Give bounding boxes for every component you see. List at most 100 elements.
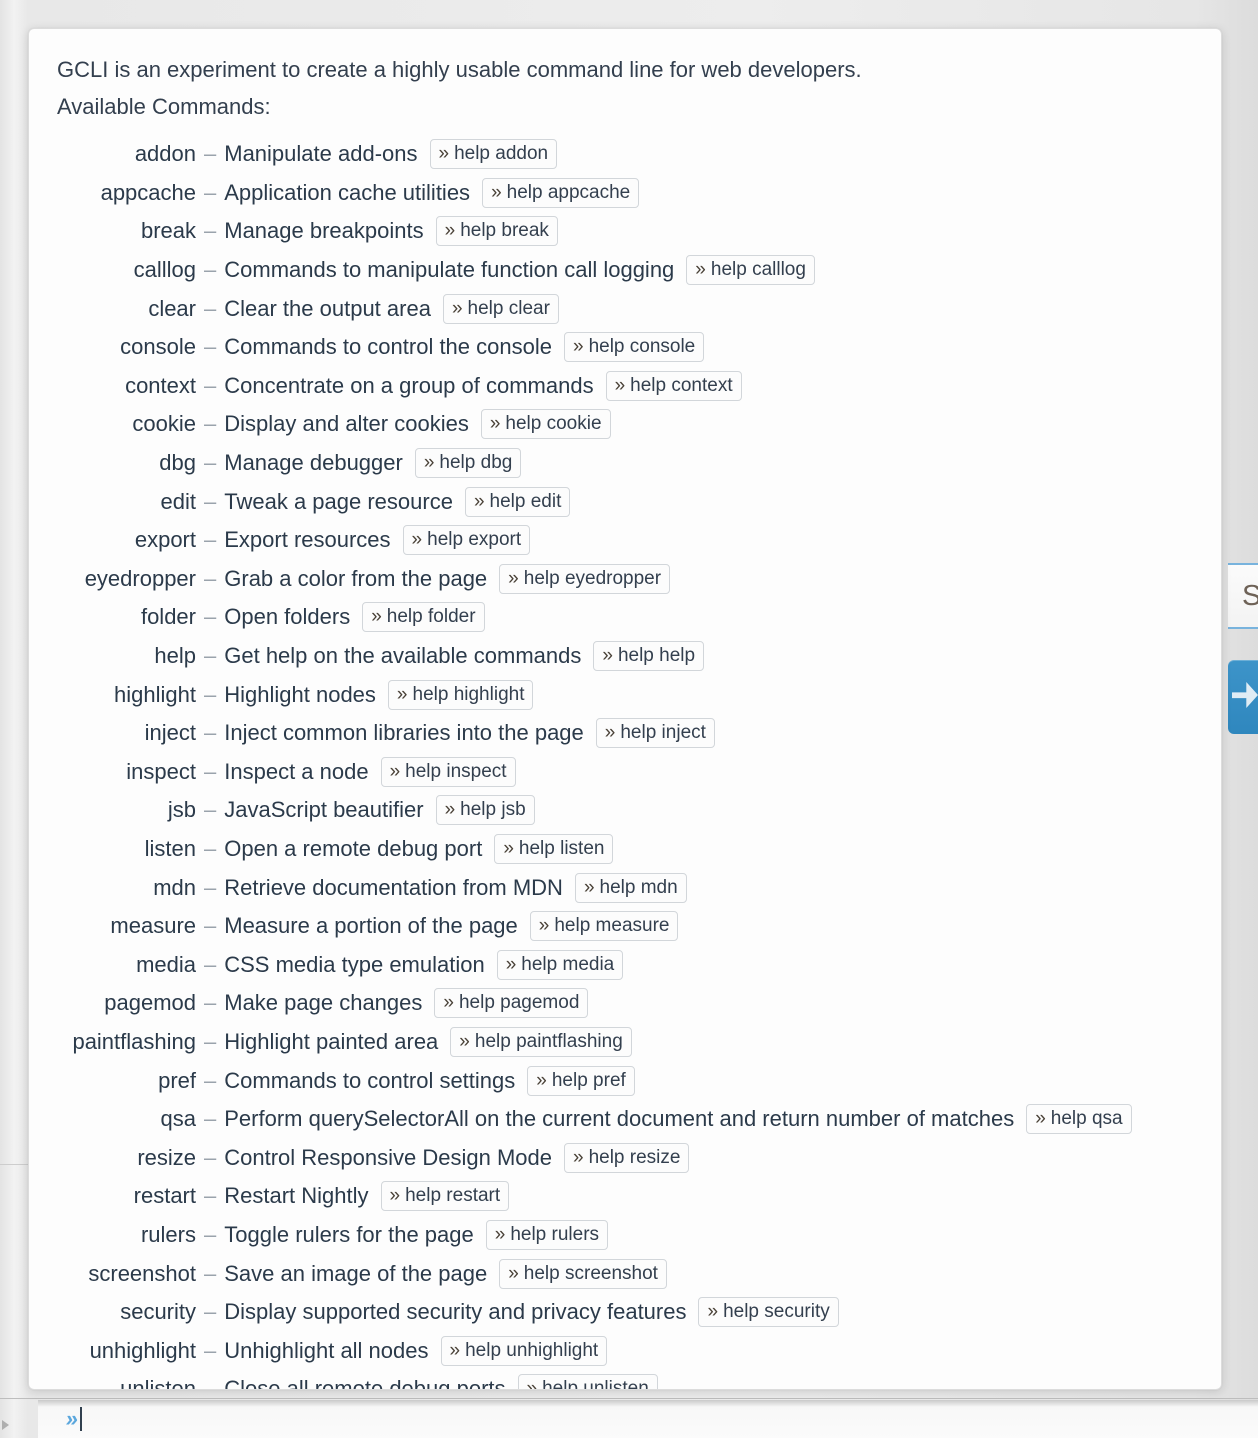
gcli-output-panel: GCLI is an experiment to create a highly… xyxy=(28,28,1222,1390)
help-command-link[interactable]: » help folder xyxy=(362,602,485,633)
double-chevron-icon: » xyxy=(371,606,382,628)
help-command-link[interactable]: » help measure xyxy=(529,911,679,942)
double-chevron-icon: » xyxy=(508,1262,519,1284)
help-command-link[interactable]: » help qsa xyxy=(1026,1104,1132,1135)
help-command-link[interactable]: » help unhighlight xyxy=(440,1335,608,1366)
help-command-link[interactable]: » help inspect xyxy=(380,756,516,787)
command-description: Close all remote debug ports xyxy=(224,1376,506,1390)
help-command-link[interactable]: » help pagemod xyxy=(434,988,589,1019)
command-row: inject – Inject common libraries into the … xyxy=(29,714,1221,753)
command-description: Application cache utilities xyxy=(224,179,471,205)
command-description: Retrieve documentation from MDN xyxy=(224,874,563,900)
command-name: appcache xyxy=(100,179,196,205)
command-description: Toggle rulers for the page xyxy=(224,1221,474,1247)
double-chevron-icon: » xyxy=(491,181,502,203)
command-row: media – CSS media type emulation » help medi… xyxy=(29,945,1221,984)
command-row: screenshot – Save an image of the page » hel… xyxy=(29,1254,1221,1293)
command-description: Open a remote debug port xyxy=(224,835,483,861)
help-command-link[interactable]: » help mdn xyxy=(574,872,687,903)
double-chevron-icon: » xyxy=(389,760,401,782)
help-command-label: help unlisten xyxy=(542,1378,649,1390)
help-command-link[interactable]: » help inject xyxy=(595,718,715,749)
command-name: qsa xyxy=(160,1106,196,1132)
help-command-link[interactable]: » help context xyxy=(605,370,742,401)
scroll-marker-icon[interactable] xyxy=(2,1420,9,1430)
double-chevron-icon: » xyxy=(438,143,450,165)
command-row: paintflashing – Highlight painted area » hel… xyxy=(29,1023,1221,1062)
gcli-command-input-bar[interactable]: » xyxy=(38,1400,1258,1438)
help-command-link[interactable]: » help security xyxy=(698,1297,839,1328)
help-command-link[interactable]: » help restart xyxy=(380,1181,510,1212)
command-row: measure – Measure a portion of the page » he… xyxy=(29,907,1221,946)
help-command-label: help mdn xyxy=(599,876,678,898)
submit-button[interactable] xyxy=(1228,660,1258,734)
command-name: context xyxy=(125,372,196,398)
help-command-link[interactable]: » help rulers xyxy=(485,1219,609,1250)
command-separator: – xyxy=(204,179,217,205)
command-name: edit xyxy=(160,488,196,514)
help-command-link[interactable]: » help export xyxy=(402,525,531,556)
command-separator: – xyxy=(204,488,217,514)
help-command-link[interactable]: » help unlisten xyxy=(517,1374,658,1390)
help-command-link[interactable]: » help break xyxy=(435,216,558,247)
command-separator: – xyxy=(204,218,217,244)
command-description: JavaScript beautifier xyxy=(224,797,424,823)
command-name: resize xyxy=(137,1144,196,1170)
double-chevron-icon: » xyxy=(489,413,501,435)
help-command-link[interactable]: » help paintflashing xyxy=(450,1026,632,1057)
command-description: Commands to control the console xyxy=(224,334,552,360)
double-chevron-icon: » xyxy=(602,645,613,667)
help-widget-label: Hi xyxy=(1244,1313,1258,1339)
help-command-link[interactable]: » help cookie xyxy=(480,409,611,440)
help-command-link[interactable]: » help listen xyxy=(494,833,614,864)
command-description: Display and alter cookies xyxy=(224,411,469,437)
arrow-right-icon xyxy=(1232,682,1258,708)
help-command-link[interactable]: » help pref xyxy=(527,1065,635,1096)
command-row: console – Commands to control the console »… xyxy=(29,328,1221,367)
help-command-link[interactable]: » help console xyxy=(563,332,705,363)
help-command-link[interactable]: » help eyedropper xyxy=(499,563,671,594)
help-command-link[interactable]: » help jsb xyxy=(435,795,535,826)
double-chevron-icon: » xyxy=(572,336,584,358)
help-command-label: help paintflashing xyxy=(474,1030,623,1052)
command-separator: – xyxy=(204,797,217,823)
command-separator: – xyxy=(204,604,217,630)
command-row: qsa – Perform querySelectorAll on the curr… xyxy=(29,1100,1221,1139)
command-name: export xyxy=(134,527,196,553)
command-description: Inspect a node xyxy=(224,758,369,784)
help-command-label: help export xyxy=(427,529,522,551)
help-command-link[interactable]: » help edit xyxy=(464,486,571,517)
help-command-label: help resize xyxy=(588,1146,681,1168)
help-command-link[interactable]: » help calllog xyxy=(686,255,815,286)
help-command-link[interactable]: » help highlight xyxy=(387,679,534,710)
help-command-label: help measure xyxy=(554,915,670,937)
backdrop-divider-bottom xyxy=(0,1398,1258,1399)
command-separator: – xyxy=(204,1221,217,1247)
help-command-link[interactable]: » help help xyxy=(593,641,705,672)
search-input[interactable]: S xyxy=(1228,563,1258,629)
command-separator: – xyxy=(204,1183,217,1209)
help-command-link[interactable]: » help addon xyxy=(429,139,558,170)
help-command-link[interactable]: » help media xyxy=(496,949,624,980)
help-command-label: help screenshot xyxy=(523,1262,658,1284)
help-widget[interactable]: Hi xyxy=(1244,1244,1258,1339)
double-chevron-icon: » xyxy=(1035,1108,1046,1130)
command-prompt-icon: » xyxy=(64,1406,79,1431)
help-command-link[interactable]: » help screenshot xyxy=(499,1258,667,1289)
command-name: jsb xyxy=(167,797,196,823)
help-command-label: help inspect xyxy=(405,760,507,782)
command-description: Save an image of the page xyxy=(224,1260,488,1286)
double-chevron-icon: » xyxy=(396,683,408,705)
help-command-link[interactable]: » help clear xyxy=(442,293,559,324)
help-command-link[interactable]: » help appcache xyxy=(482,177,640,208)
help-command-label: help folder xyxy=(386,606,476,628)
help-command-link[interactable]: » help resize xyxy=(563,1142,690,1173)
help-command-label: help break xyxy=(460,220,549,242)
help-command-label: help eyedropper xyxy=(523,567,662,589)
command-name: unhighlight xyxy=(89,1337,196,1363)
help-command-label: help addon xyxy=(454,143,549,165)
help-command-link[interactable]: » help dbg xyxy=(414,448,522,479)
command-description: Inject common libraries into the page xyxy=(224,720,584,746)
help-command-label: help cookie xyxy=(505,413,602,435)
double-chevron-icon: » xyxy=(604,722,616,744)
